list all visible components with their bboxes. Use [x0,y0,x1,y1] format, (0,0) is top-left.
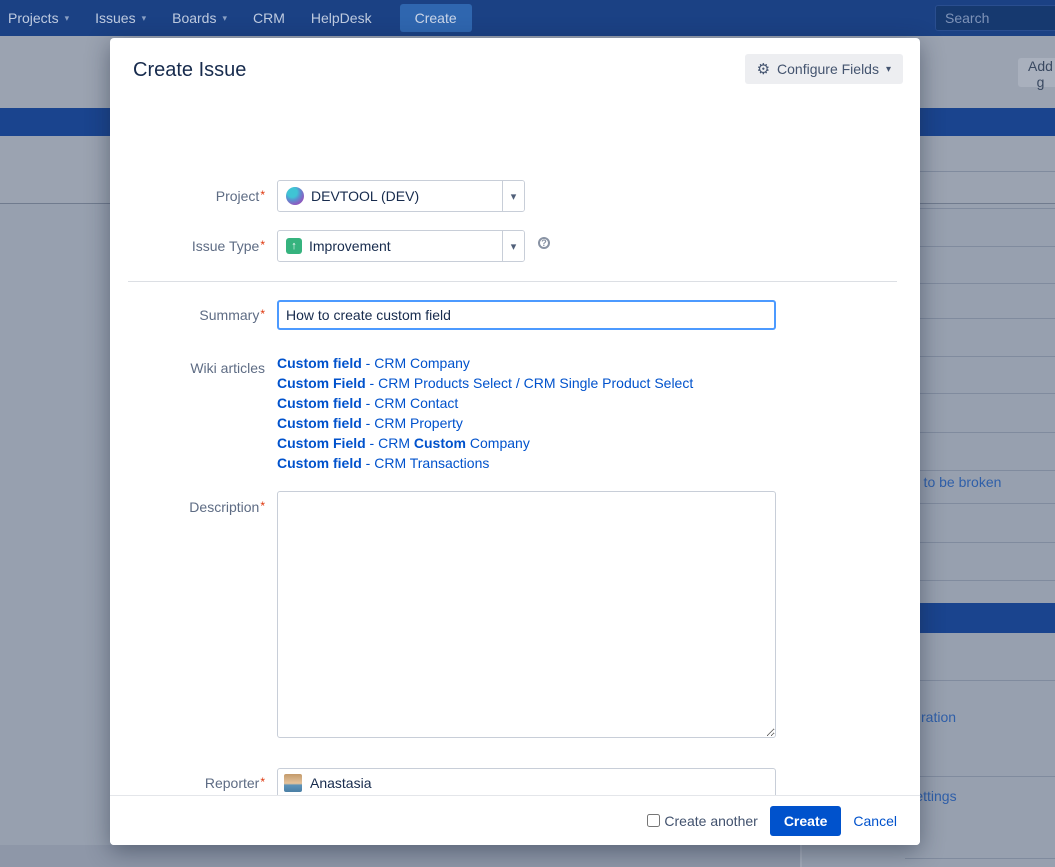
reporter-value-text: Anastasia [310,775,371,791]
divider [905,246,1055,247]
add-gadget-button[interactable]: Add g [1018,58,1055,87]
dimmed-bottom-panel [0,845,800,867]
nav-item-issues[interactable]: Issues ▾ [95,10,146,26]
improvement-type-icon: ↑ [286,238,302,254]
nav-item-crm[interactable]: CRM [253,10,285,26]
nav-item-label: Issues [95,10,135,26]
divider [905,171,1055,172]
gear-icon: ⚙ [757,60,770,78]
nav-item-helpdesk[interactable]: HelpDesk [311,10,372,26]
divider [905,680,1055,681]
divider [905,776,1055,777]
wiki-link-crm-products-select[interactable]: Custom Field - CRM Products Select / CRM… [277,373,693,393]
create-another-option: Create another [647,813,757,829]
nav-item-label: HelpDesk [311,10,372,26]
divider [905,580,1055,581]
dialog-body: Project* DEVTOOL (DEV) ▾ Issue Type* ↑ I… [110,95,920,795]
nav-create-button[interactable]: Create [400,4,472,32]
dimmed-link-ration[interactable]: ration [921,709,956,725]
wiki-articles-label: Wiki articles [110,360,265,376]
create-issue-dialog: Create Issue ⚙ Configure Fields ▾ Projec… [110,38,920,845]
divider [905,432,1055,433]
divider [905,283,1055,284]
divider [905,470,1055,471]
wiki-link-crm-transactions[interactable]: Custom field - CRM Transactions [277,453,693,473]
summary-label: Summary* [110,307,265,323]
required-marker: * [260,775,265,789]
help-icon[interactable]: ? [538,237,550,249]
configure-fields-button[interactable]: ⚙ Configure Fields ▾ [745,54,903,84]
issue-type-dropdown-button[interactable]: ▾ [502,231,524,261]
chevron-down-icon: ▾ [65,13,70,24]
description-label: Description* [110,499,265,515]
nav-item-label: CRM [253,10,285,26]
wiki-link-crm-company[interactable]: Custom field - CRM Company [277,353,693,373]
nav-item-projects[interactable]: Projects ▾ [8,10,69,26]
divider [905,858,1055,859]
required-marker: * [260,188,265,202]
issue-type-value-text: Improvement [309,238,391,254]
top-navigation-bar: Projects ▾ Issues ▾ Boards ▾ CRM HelpDes… [0,0,1055,36]
chevron-down-icon: ▾ [142,13,147,24]
create-another-label[interactable]: Create another [664,813,757,829]
wiki-link-crm-property[interactable]: Custom field - CRM Property [277,413,693,433]
nav-item-label: Projects [8,10,59,26]
divider [800,845,802,867]
page: Add g m to be broken ration Settings Pro… [0,0,1055,867]
nav-item-label: Boards [172,10,216,26]
dialog-header: Create Issue ⚙ Configure Fields ▾ [110,38,920,95]
dimmed-link-broken-item[interactable]: m to be broken [908,474,1001,490]
divider [905,393,1055,394]
project-select-value[interactable]: DEVTOOL (DEV) [278,181,502,211]
project-label: Project* [110,188,265,204]
reporter-avatar [284,774,302,792]
project-avatar-icon [286,187,304,205]
divider [905,542,1055,543]
project-dropdown-button[interactable]: ▾ [502,181,524,211]
form-divider [128,281,897,282]
summary-input[interactable] [277,300,776,330]
wiki-link-crm-contact[interactable]: Custom field - CRM Contact [277,393,693,413]
reporter-input[interactable]: Anastasia [277,768,776,798]
wiki-link-crm-custom-company[interactable]: Custom Field - CRM Custom Company [277,433,693,453]
wiki-articles-list: Custom field - CRM Company Custom Field … [277,353,693,473]
issue-type-select-value[interactable]: ↑ Improvement [278,231,502,261]
project-value-text: DEVTOOL (DEV) [311,188,419,204]
configure-fields-label: Configure Fields [777,61,879,77]
required-marker: * [260,499,265,513]
divider [905,356,1055,357]
nav-item-boards[interactable]: Boards ▾ [172,10,227,26]
chevron-down-icon: ▾ [886,64,891,75]
dialog-footer: Create another Create Cancel [110,795,920,845]
reporter-label: Reporter* [110,775,265,791]
issue-type-label: Issue Type* [110,238,265,254]
project-select[interactable]: DEVTOOL (DEV) ▾ [277,180,525,212]
divider [905,503,1055,504]
create-another-checkbox[interactable] [647,814,660,827]
search-input[interactable] [935,5,1055,31]
cancel-link[interactable]: Cancel [853,813,897,829]
divider [905,208,1055,209]
dialog-title: Create Issue [133,59,246,81]
description-textarea[interactable] [277,491,776,738]
issue-type-select[interactable]: ↑ Improvement ▾ [277,230,525,262]
chevron-down-icon: ▾ [222,13,227,24]
required-marker: * [260,307,265,321]
create-button[interactable]: Create [770,806,842,836]
divider [905,318,1055,319]
required-marker: * [260,238,265,252]
